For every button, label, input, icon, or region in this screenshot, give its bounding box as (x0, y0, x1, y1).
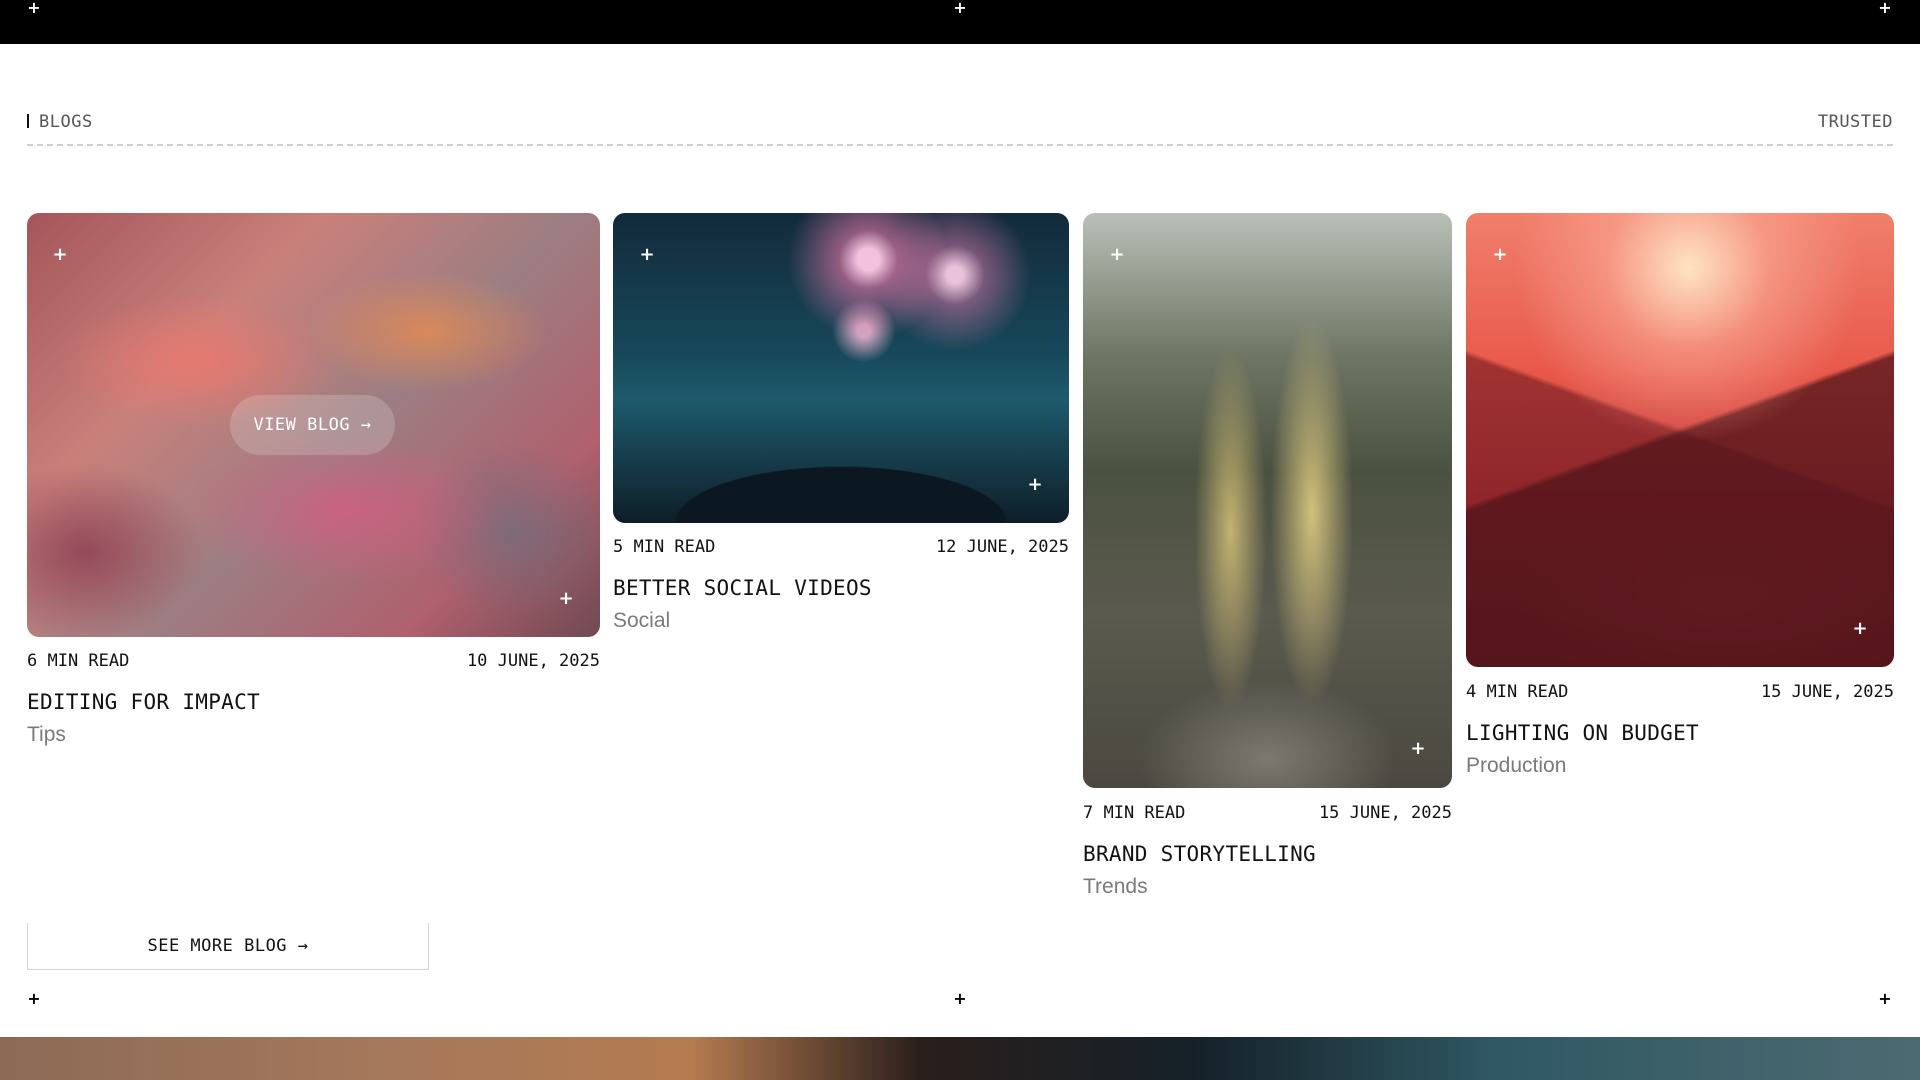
read-time: 4 MIN READ (1466, 682, 1569, 702)
post-date: 15 JUNE, 2025 (1318, 803, 1452, 823)
blog-title[interactable]: LIGHTING ON BUDGET (1466, 721, 1699, 745)
next-section-preview (0, 1037, 1920, 1080)
blog-category: Social (613, 609, 671, 632)
read-time: 5 MIN READ (613, 537, 716, 557)
plus-icon: + (1492, 244, 1508, 265)
blog-category: Tips (27, 723, 66, 746)
post-date: 10 JUNE, 2025 (466, 651, 600, 671)
plus-icon: + (1027, 474, 1043, 495)
post-date: 12 JUNE, 2025 (935, 537, 1069, 557)
dashed-divider (27, 144, 1893, 146)
plus-icon: + (1852, 618, 1868, 639)
plus-icon: + (953, 989, 967, 1008)
blog-image[interactable]: + + (1466, 213, 1894, 667)
blog-category: Production (1466, 754, 1567, 777)
blog-title[interactable]: BRAND STORYTELLING (1083, 842, 1316, 866)
blog-title[interactable]: BETTER SOCIAL VIDEOS (613, 576, 872, 600)
plus-icon: + (953, 0, 967, 17)
view-blog-button[interactable]: VIEW BLOG → (230, 395, 395, 455)
section-label: BLOGS (27, 112, 93, 132)
section-label-text: BLOGS (39, 112, 93, 132)
blog-title[interactable]: EDITING FOR IMPACT (27, 690, 260, 714)
label-marker (27, 114, 29, 128)
blog-category: Trends (1083, 875, 1148, 898)
read-time: 7 MIN READ (1083, 803, 1186, 823)
plus-icon: + (558, 588, 574, 609)
blog-image[interactable]: + + (1083, 213, 1452, 788)
plus-icon: + (1878, 989, 1892, 1008)
plus-icon: + (27, 989, 41, 1008)
read-time: 6 MIN READ (27, 651, 130, 671)
top-bar: + + + (0, 0, 1920, 44)
post-date: 15 JUNE, 2025 (1760, 682, 1894, 702)
see-more-blog-button[interactable]: SEE MORE BLOG → (27, 923, 429, 970)
plus-icon: + (1410, 738, 1426, 759)
plus-icon: + (639, 244, 655, 265)
blog-image[interactable]: + + VIEW BLOG → (27, 213, 600, 637)
plus-icon: + (1878, 0, 1892, 17)
plus-icon: + (27, 0, 41, 17)
plus-icon: + (52, 244, 68, 265)
blog-image[interactable]: + + (613, 213, 1069, 523)
trusted-label: TRUSTED (1817, 112, 1893, 132)
plus-icon: + (1109, 244, 1125, 265)
